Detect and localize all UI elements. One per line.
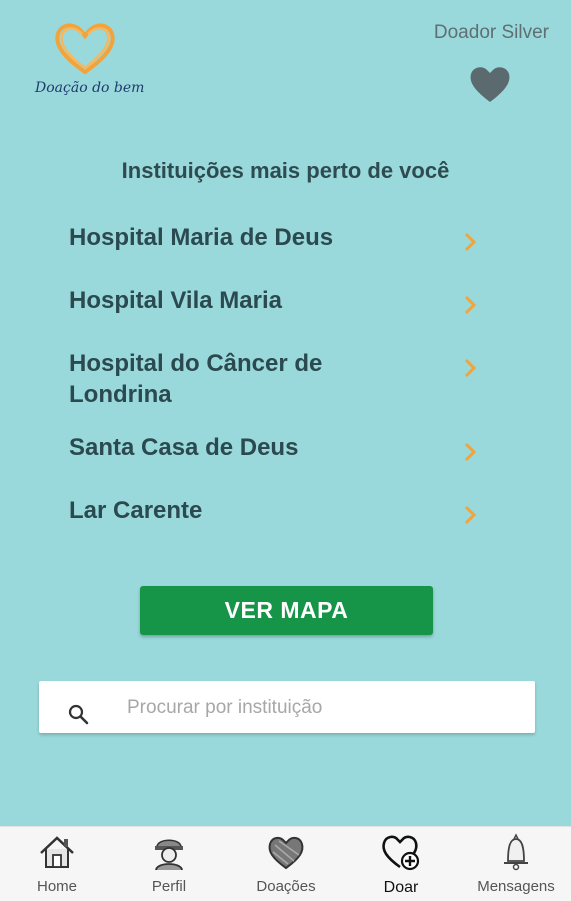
donor-level-label: Doador Silver [433,22,549,43]
nav-home[interactable]: Home [7,827,107,901]
nav-messages[interactable]: Mensagens [466,827,566,901]
app-logo: Doação do bem [30,20,145,100]
search-bar [39,681,535,733]
favorites-heart-icon[interactable] [468,62,512,106]
institution-item[interactable]: Hospital Maria de Deus [69,222,499,253]
nav-donate[interactable]: Doar [351,827,451,901]
nav-label: Home [36,878,77,895]
chevron-right-icon [464,232,477,252]
nav-label: Mensagens [477,878,555,895]
logo-text: Doação do bem [35,80,145,96]
search-icon[interactable] [67,703,91,727]
chevron-right-icon [464,295,477,315]
search-input[interactable] [125,691,519,725]
donate-heart-plus-icon [382,835,420,871]
institution-item[interactable]: Hospital Vila Maria [69,285,499,316]
section-title: Instituições mais perto de você [121,158,450,183]
nav-profile[interactable]: Perfil [119,827,219,901]
nav-label: Perfil [151,878,187,895]
bottom-navigation: Home Perfil Doações Doar Mensagens [0,826,571,901]
institution-item[interactable]: Santa Casa de Deus [69,432,499,463]
chevron-right-icon [464,358,477,378]
chevron-right-icon [464,442,477,462]
institution-item[interactable]: Lar Carente [69,495,499,526]
nav-label: Doar [383,879,419,896]
institution-name: Lar Carente [69,497,203,524]
chevron-right-icon [464,505,477,525]
nav-label: Doações [256,878,316,895]
logo-heart-icon [55,23,115,75]
nav-donations[interactable]: Doações [236,827,336,901]
view-map-button[interactable]: VER MAPA [140,586,433,635]
home-icon [40,836,74,868]
institution-name: Hospital Maria de Deus [69,224,334,251]
donations-heart-icon [268,836,304,870]
institution-name: Hospital do Câncer de Londrina [69,350,323,408]
profile-icon [155,839,183,871]
institution-name: Santa Casa de Deus [69,434,299,461]
institution-item[interactable]: Hospital do Câncer de Londrina [69,348,499,410]
bell-icon [504,833,528,871]
institution-name: Hospital Vila Maria [69,287,282,314]
